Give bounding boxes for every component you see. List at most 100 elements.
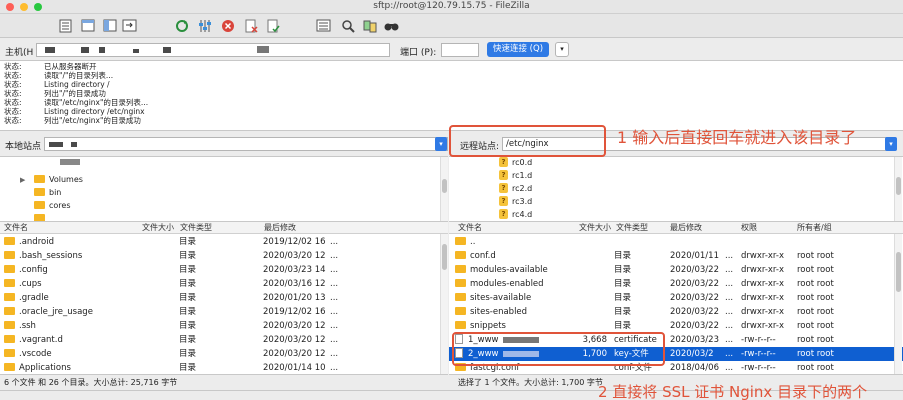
tree-node[interactable]: cores	[34, 199, 71, 212]
file-name: modules-enabled	[455, 277, 577, 291]
process-queue-icon[interactable]	[197, 18, 212, 33]
tree-node[interactable]: ▶ Volumes	[20, 173, 83, 186]
folder-icon	[4, 264, 15, 273]
remote-directory-tree: ? rc0.d ? rc1.d ? rc2.d ? rc3.d ? rc4.d	[449, 156, 903, 221]
unknown-folder-icon: ?	[499, 208, 508, 219]
folder-icon	[4, 278, 15, 287]
table-row[interactable]: Applications 目录 2020/01/14 10...	[0, 361, 448, 374]
tree-node[interactable]: ? rc0.d	[499, 157, 532, 169]
annotation-text-2: 2 直接将 SSL 证书 Nginx 目录下的两个	[598, 383, 868, 400]
port-input[interactable]	[441, 43, 479, 57]
file-modified-more: ...	[330, 251, 339, 261]
folder-icon	[455, 320, 466, 329]
column-type[interactable]: 文件类型	[180, 223, 212, 233]
local-path-bar: 本地站点 ▾	[0, 132, 448, 156]
file-type: 目录	[179, 335, 197, 345]
table-row[interactable]: .config 目录 2020/03/23 14...	[0, 263, 448, 277]
reconnect-icon[interactable]	[265, 18, 280, 33]
file-modified-more: ...	[330, 335, 339, 345]
find-icon[interactable]	[384, 18, 399, 33]
compare-icon[interactable]	[362, 18, 377, 33]
file-modified-more: ...	[725, 335, 734, 345]
toggle-remote-tree-icon[interactable]	[122, 18, 137, 33]
folder-icon	[4, 348, 15, 357]
column-owner[interactable]: 所有者/组	[797, 223, 832, 233]
file-modified: 2019/12/02 16	[263, 237, 326, 247]
file-modified-more: ...	[725, 293, 734, 303]
unknown-folder-icon: ?	[499, 182, 508, 193]
host-input[interactable]	[36, 43, 390, 57]
table-row[interactable]: .gradle 目录 2020/01/20 13...	[0, 291, 448, 305]
table-row[interactable]: .vscode 目录 2020/03/20 12...	[0, 347, 448, 361]
quickconnect-bar: 主机(H 端口 (P): 快速连接 (Q) ▾	[0, 39, 903, 61]
file-type: 目录	[179, 251, 197, 261]
file-modified: 2020/03/22	[670, 307, 719, 317]
window-title: sftp://root@120.79.15.75 - FileZilla	[373, 1, 530, 11]
table-row[interactable]: sites-enabled 目录 2020/03/22... drwxr-xr-x ro…	[449, 305, 903, 319]
column-modified[interactable]: 最后修改	[264, 223, 296, 233]
table-row[interactable]: modules-enabled 目录 2020/03/22... drwxr-xr-x…	[449, 277, 903, 291]
table-row[interactable]: .android 目录 2019/12/02 16...	[0, 235, 448, 249]
column-modified[interactable]: 最后修改	[670, 223, 702, 233]
port-label: 端口 (P):	[400, 48, 437, 58]
file-modified-more: ...	[330, 293, 339, 303]
file-type: 目录	[179, 349, 197, 359]
local-tree-scrollbar[interactable]	[440, 157, 448, 221]
message-log: 状态: 已从服务器断开 状态: 读取"/"的目录列表... 状态: Listing d…	[0, 61, 903, 131]
table-row[interactable]: .oracle_jre_usage 目录 2019/12/02 16...	[0, 305, 448, 319]
quickconnect-button[interactable]: 快速连接 (Q)	[487, 42, 549, 57]
table-row[interactable]: .vagrant.d 目录 2020/03/20 12...	[0, 333, 448, 347]
file-name: .android	[4, 235, 140, 249]
file-name: Applications	[4, 361, 140, 374]
remote-path-dropdown[interactable]: ▾	[885, 137, 897, 151]
table-row[interactable]: ..	[449, 235, 903, 249]
table-row[interactable]: sites-available 目录 2020/03/22... drwxr-xr-x…	[449, 291, 903, 305]
table-row[interactable]: .ssh 目录 2020/03/20 12...	[0, 319, 448, 333]
column-name[interactable]: 文件名	[4, 223, 28, 233]
tree-node[interactable]: bin	[34, 186, 61, 199]
refresh-icon[interactable]	[174, 18, 189, 33]
toolbar	[0, 14, 903, 38]
tree-node[interactable]: ? rc3.d	[499, 195, 532, 208]
file-owner: root root	[797, 335, 834, 345]
local-status: 6 个文件 和 26 个目录。大小总计: 25,716 字节	[0, 374, 448, 390]
table-row[interactable]: .cups 目录 2020/03/16 12...	[0, 277, 448, 291]
local-list-scrollbar[interactable]	[440, 234, 448, 374]
table-row[interactable]: conf.d 目录 2020/01/11... drwxr-xr-x root root	[449, 249, 903, 263]
remote-list-scrollbar[interactable]	[894, 234, 902, 374]
folder-icon	[34, 200, 45, 209]
tree-node[interactable]: ? rc1.d	[499, 169, 532, 182]
folder-icon	[34, 187, 45, 196]
column-type[interactable]: 文件类型	[616, 223, 648, 233]
table-row[interactable]: .bash_sessions 目录 2020/03/20 12...	[0, 249, 448, 263]
filter-icon[interactable]	[316, 18, 331, 33]
remote-list-header: 文件名 文件大小 文件类型 最后修改 权限 所有者/组	[449, 222, 903, 234]
file-type: 目录	[614, 265, 632, 275]
file-modified: 2020/03/20 12	[263, 321, 326, 331]
toggle-local-tree-icon[interactable]	[102, 18, 117, 33]
disconnect-icon[interactable]	[243, 18, 258, 33]
expand-arrow-icon[interactable]: ▶	[20, 174, 34, 187]
file-modified-more: ...	[330, 265, 339, 275]
column-name[interactable]: 文件名	[458, 223, 482, 233]
folder-icon	[455, 264, 466, 273]
cancel-icon[interactable]	[220, 18, 235, 33]
search-icon[interactable]	[340, 18, 355, 33]
remote-tree-scrollbar[interactable]	[894, 157, 902, 221]
toggle-log-icon[interactable]	[80, 18, 95, 33]
site-manager-icon[interactable]	[58, 18, 73, 33]
log-line: 状态: 读取"/"的目录列表...	[4, 71, 114, 80]
column-size[interactable]: 文件大小	[579, 223, 611, 233]
file-type: 目录	[179, 265, 197, 275]
tree-node[interactable]: ? rc4.d	[499, 208, 532, 221]
local-path-input[interactable]	[44, 137, 448, 151]
local-path-dropdown[interactable]: ▾	[435, 137, 447, 151]
column-permissions[interactable]: 权限	[741, 223, 757, 233]
file-owner: root root	[797, 251, 834, 261]
table-row[interactable]: snippets 目录 2020/03/22... drwxr-xr-x root ro…	[449, 319, 903, 333]
quickconnect-dropdown[interactable]: ▾	[555, 42, 569, 57]
table-row[interactable]: modules-available 目录 2020/03/22... drwxr-xr…	[449, 263, 903, 277]
column-size[interactable]: 文件大小	[142, 223, 174, 233]
tree-node[interactable]: ? rc2.d	[499, 182, 532, 195]
tree-node[interactable]	[34, 212, 49, 221]
